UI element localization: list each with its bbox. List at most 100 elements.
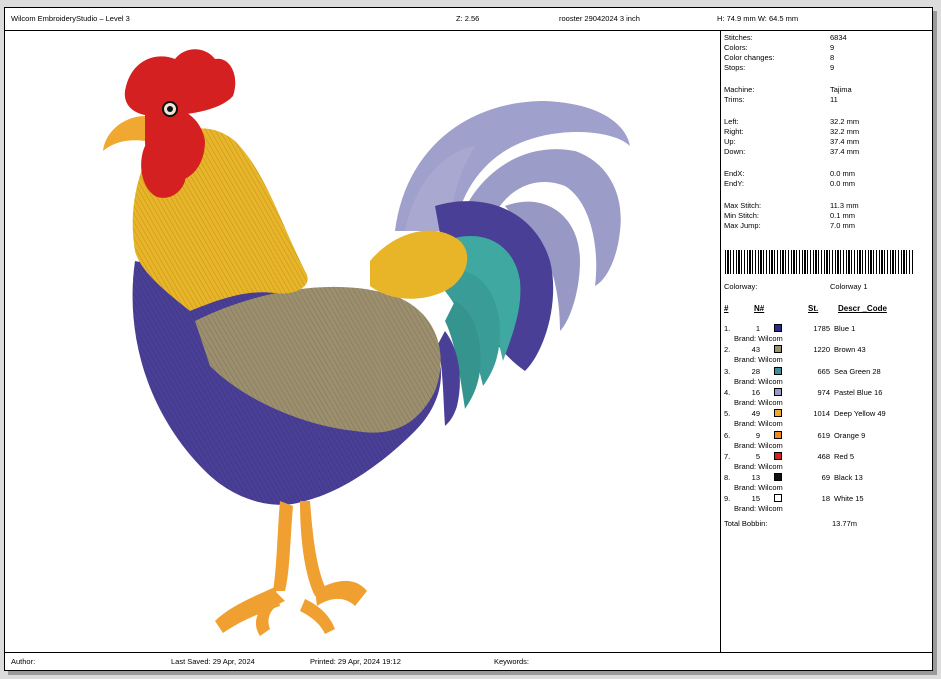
color-row: 1. 1 1785 Blue 1 Brand: Wilcom [724,324,924,345]
stat-row: Trims: 11 [724,95,924,105]
stat-label: Min Stitch: [724,211,760,220]
stat-row: Stitches: 6834 [724,33,924,43]
color-stitches: 1785 [813,324,830,333]
color-brand: Brand: Wilcom [734,419,783,429]
color-index: 5. [724,409,731,419]
stat-row: EndX: 0.0 mm [724,169,924,179]
stat-value: 32.2 mm [830,127,860,136]
sheet-header: Wilcom EmbroideryStudio – Level 3 Z: 2.5… [5,8,932,31]
stat-label: EndY: [724,179,745,188]
color-stitches: 1220 [813,345,830,355]
sheet-footer: Author: Last Saved: 29 Apr, 2024 Printed… [5,652,932,670]
color-index: 6. [724,430,731,440]
color-row: 3. 28 665 Sea Green 28 Brand: Wilcom [724,366,924,388]
color-number: 16 [751,387,760,397]
stat-label: Stitches: [724,33,753,42]
stat-row: Right: 32.2 mm [724,127,924,137]
barcode [725,250,913,274]
stat-row: Left: 32.2 mm [724,117,924,127]
total-bobbin-row: Total Bobbin: 13.77m [724,519,924,529]
color-stitches: 1014 [813,409,830,419]
color-swatch [774,494,782,503]
print-preview-sheet: Wilcom EmbroideryStudio – Level 3 Z: 2.5… [4,7,933,671]
color-swatch [774,409,782,418]
color-description: Orange 9 [834,430,866,440]
colorway-value: Colorway 1 [830,282,868,291]
stat-label: Colors: [724,43,748,52]
stat-label: Right: [724,127,744,136]
color-description: Red 5 [834,451,855,461]
color-description: Blue 1 [834,324,856,333]
colorway-label: Colorway: [724,282,758,291]
stat-row: Color changes: 8 [724,53,924,63]
color-brand: Brand: Wilcom [734,483,783,493]
color-stitches: 69 [821,473,830,483]
color-swatch [774,387,782,396]
color-brand: Brand: Wilcom [734,461,783,471]
color-description: White 15 [834,494,864,504]
stat-value: 11.3 mm [830,201,859,210]
color-description: Black 13 [834,473,863,483]
color-number: 5 [755,451,760,461]
color-index: 2. [724,345,731,355]
color-stitches: 468 [817,451,830,461]
stat-label: Color changes: [724,53,775,62]
color-brand: Brand: Wilcom [734,334,783,343]
color-description: Brown 43 [834,345,866,355]
stat-row: EndY: 0.0 mm [724,179,924,189]
color-stitches: 18 [821,494,830,504]
stat-value: 0.0 mm [830,169,856,178]
stat-label: EndX: [724,169,745,178]
color-number: 49 [751,409,760,419]
color-row: 5. 49 1014 Deep Yellow 49 Brand: Wilcom [724,409,924,430]
color-number: 9 [755,430,760,440]
stat-row: Machine: Tajima [724,85,924,95]
color-number: 1 [755,324,760,333]
design-file-name: rooster 29042024 3 inch [559,14,640,23]
rooster-embroidery-image [103,49,630,636]
stat-label: Trims: [724,95,745,104]
stat-label: Up: [724,137,736,146]
design-canvas[interactable] [5,31,721,653]
color-swatch [774,366,782,375]
stat-value: 9 [830,43,835,52]
color-row: 2. 43 1220 Brown 43 Brand: Wilcom [724,345,924,366]
col-descr-header: Descr _Code [838,304,887,313]
color-description: Sea Green 28 [834,366,881,376]
stat-row: Max Stitch: 11.3 mm [724,201,924,211]
design-dimensions: H: 74.9 mm W: 64.5 mm [717,14,799,23]
stat-value: 9 [830,63,835,72]
color-number: 13 [751,473,760,483]
color-index: 3. [724,366,731,376]
stat-value: 7.0 mm [830,221,856,230]
color-index: 1. [724,324,731,333]
color-number: 15 [751,494,760,504]
colorway-row: Colorway: Colorway 1 [724,282,924,292]
color-brand: Brand: Wilcom [734,397,783,407]
color-index: 8. [724,473,731,483]
color-brand: Brand: Wilcom [734,504,783,514]
color-description: Pastel Blue 16 [834,387,883,397]
stat-row: Stops: 9 [724,63,924,73]
stat-row: Down: 37.4 mm [724,147,924,157]
printed-date: Printed: 29 Apr, 2024 19:12 [310,657,401,666]
color-swatch [774,345,782,354]
color-row: 8. 13 69 Black 13 Brand: Wilcom [724,473,924,494]
color-row: 6. 9 619 Orange 9 Brand: Wilcom [724,430,924,452]
color-brand: Brand: Wilcom [734,355,783,365]
color-brand: Brand: Wilcom [734,376,783,386]
total-bobbin-label: Total Bobbin: [724,519,768,528]
zoom-level: Z: 2.56 [456,14,480,23]
color-number: 28 [751,366,760,376]
color-swatch [774,430,782,439]
stat-label: Max Jump: [724,221,761,230]
color-swatch [774,473,782,482]
stat-value: 0.1 mm [830,211,856,220]
color-stitches: 619 [817,430,830,440]
color-stitches: 665 [817,366,830,376]
color-number: 43 [751,345,760,355]
color-stitches: 974 [817,387,830,397]
stat-value: 32.2 mm [830,117,860,126]
stat-row: Max Jump: 7.0 mm [724,221,924,231]
stat-label: Down: [724,147,746,156]
